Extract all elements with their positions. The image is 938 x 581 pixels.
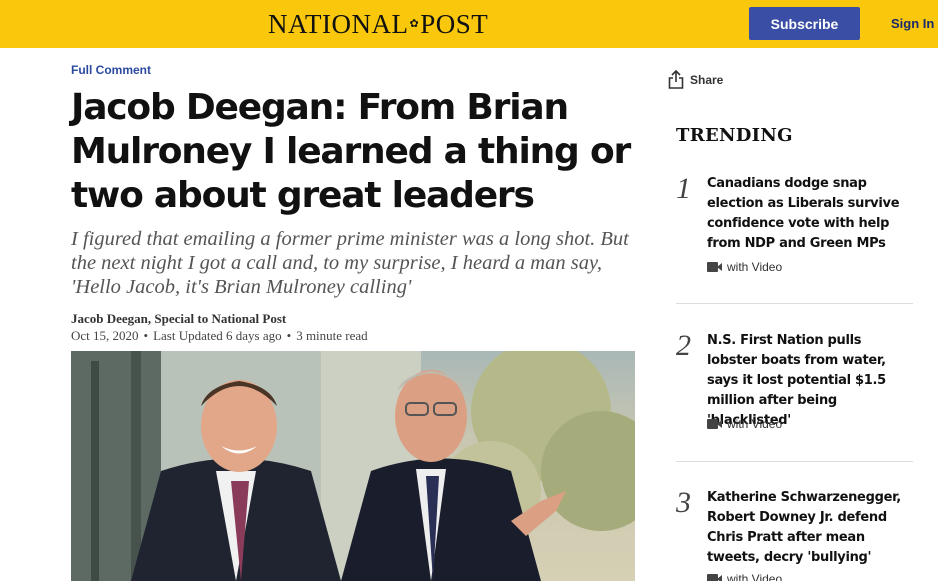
article-photo[interactable]	[71, 351, 635, 581]
trending-link[interactable]: N.S. First Nation pulls lobster boats fr…	[707, 331, 913, 431]
video-camera-icon	[707, 419, 722, 429]
trending-number: 3	[676, 486, 691, 519]
separator-dot: •	[143, 328, 149, 343]
site-header: NATIONAL✿POST Subscribe Sign In	[0, 0, 938, 48]
last-updated: Last Updated 6 days ago	[153, 328, 282, 343]
article-meta: Oct 15, 2020 • Last Updated 6 days ago • 3 m…	[71, 328, 368, 344]
video-camera-icon	[707, 262, 722, 272]
maple-leaf-icon: ✿	[409, 18, 420, 30]
separator-dot: •	[286, 328, 292, 343]
video-tag: with Video	[707, 417, 782, 431]
read-time: 3 minute read	[296, 328, 368, 343]
subscribe-button[interactable]: Subscribe	[749, 7, 860, 40]
logo-word-post: POST	[420, 9, 489, 39]
trending-link[interactable]: Canadians dodge snap election as Liberal…	[707, 174, 913, 254]
article-headline: Jacob Deegan: From Brian Mulroney I lear…	[71, 87, 631, 216]
video-tag-label: with Video	[727, 260, 783, 274]
publish-date: Oct 15, 2020	[71, 328, 139, 343]
photo-illustration	[71, 351, 635, 581]
video-tag: with Video	[707, 572, 782, 581]
trending-number: 1	[676, 172, 691, 205]
article-byline[interactable]: Jacob Deegan, Special to National Post	[71, 311, 286, 327]
divider	[676, 461, 913, 462]
category-link[interactable]: Full Comment	[71, 63, 151, 77]
share-button[interactable]: Share	[668, 70, 723, 89]
divider	[676, 303, 913, 304]
trending-heading: TRENDING	[676, 125, 793, 146]
video-camera-icon	[707, 574, 722, 581]
sign-in-link[interactable]: Sign In	[891, 16, 934, 31]
logo-word-national: NATIONAL	[268, 9, 409, 39]
trending-number: 2	[676, 329, 691, 362]
trending-link[interactable]: Katherine Schwarzenegger, Robert Downey …	[707, 488, 913, 568]
share-icon	[668, 70, 684, 89]
article-deck: I figured that emailing a former prime m…	[71, 228, 629, 298]
video-tag: with Video	[707, 260, 782, 274]
video-tag-label: with Video	[727, 572, 783, 581]
share-label: Share	[690, 72, 724, 87]
site-logo[interactable]: NATIONAL✿POST	[268, 9, 488, 39]
video-tag-label: with Video	[727, 417, 783, 431]
